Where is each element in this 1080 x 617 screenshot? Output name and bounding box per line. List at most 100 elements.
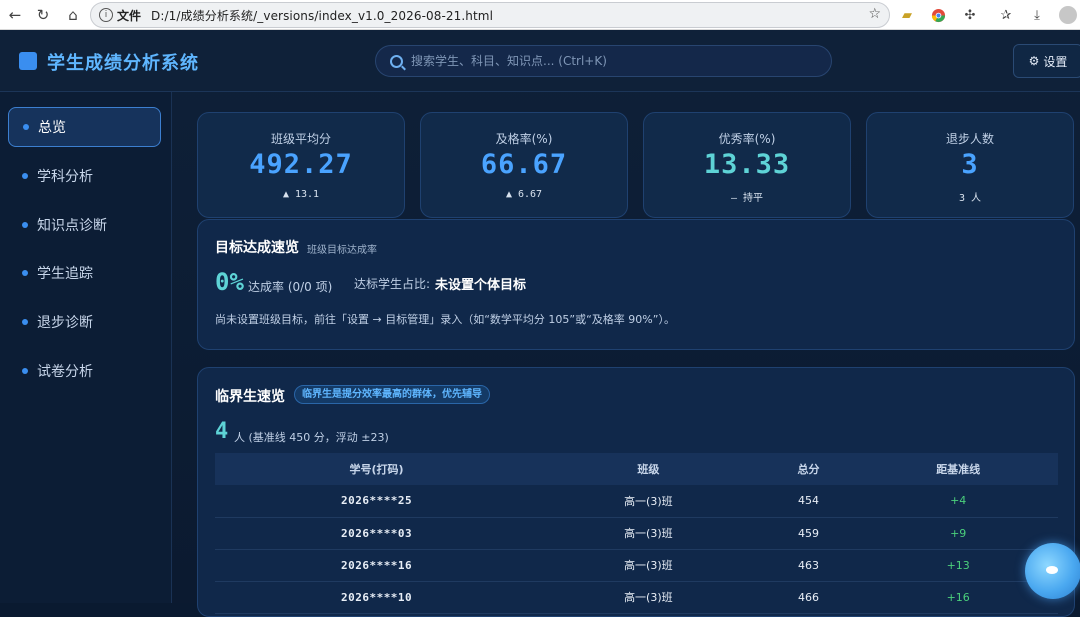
class-cell: 高一(3)班 <box>538 549 759 582</box>
borderline-count: 4 <box>215 419 229 444</box>
goal-rate-value: 0% <box>215 268 244 296</box>
stat-label: 班级平均分 <box>270 132 331 146</box>
stat-change: — 持平 <box>730 193 764 204</box>
stat-value: 492.27 <box>249 149 353 180</box>
sidebar-item-student-tracking[interactable]: 学生追踪 <box>8 253 161 293</box>
student-id-cell: 2026****10 <box>215 581 539 614</box>
chrome-extension-icon[interactable] <box>928 5 948 25</box>
distance-cell: +16 <box>858 581 1058 614</box>
stat-label: 及格率(%) <box>495 132 553 146</box>
borderline-table: 学号(打码) 班级 总分 距基准线 2026****25 高一(3)班 454 … <box>215 453 1058 614</box>
table-row[interactable]: 2026****03 高一(3)班 459 +9 <box>215 517 1058 550</box>
total-score-cell: 454 <box>758 485 859 518</box>
table-row[interactable]: 2026****25 高一(3)班 454 +4 <box>215 485 1058 518</box>
sidebar-item-label: 学科分析 <box>37 169 93 185</box>
app-root: 学生成绩分析系统 ⚙ 设置 总览 学科分析 知识点诊断 学生追踪 退 <box>0 30 1080 617</box>
gear-icon: ⚙ <box>1028 54 1040 68</box>
stat-card-pass-rate: 及格率(%) 66.67 ▲ 6.67 <box>420 112 628 218</box>
column-header[interactable]: 总分 <box>758 453 859 485</box>
settings-button[interactable]: ⚙ 设置 <box>1013 44 1080 78</box>
file-label: 文件 <box>117 8 142 23</box>
stat-label: 退步人数 <box>945 132 994 146</box>
profile-avatar-icon[interactable] <box>1058 5 1078 25</box>
sidebar-item-label: 退步诊断 <box>37 315 93 331</box>
url-text: D:/1/成绩分析系统/_versions/index_v1.0_2026-08… <box>151 8 494 23</box>
stat-value: 13.33 <box>703 149 791 180</box>
stat-change: ▲ 6.67 <box>505 189 543 200</box>
panel-hint: 班级目标达成率 <box>307 245 377 256</box>
sidebar-item-label: 知识点诊断 <box>37 218 107 234</box>
column-header[interactable]: 距基准线 <box>858 453 1058 485</box>
home-icon[interactable]: ⌂ <box>58 0 88 30</box>
table-row[interactable]: 2026****10 高一(3)班 466 +16 <box>215 581 1058 614</box>
search-input[interactable] <box>411 54 791 68</box>
bookmark-star-icon[interactable]: ☆ <box>868 6 881 22</box>
floating-assistant-button[interactable] <box>1025 543 1080 599</box>
download-icon[interactable]: ⤓ <box>1027 5 1047 25</box>
stat-value: 66.67 <box>480 149 568 180</box>
stat-card-regression-count: 退步人数 3 3 人 <box>866 112 1074 218</box>
distance-cell: +9 <box>858 517 1058 550</box>
app-header: 学生成绩分析系统 ⚙ 设置 <box>0 30 1080 92</box>
goal-rate-text: 达成率 (0/0 项) <box>248 280 333 294</box>
stat-change: 3 人 <box>958 193 982 204</box>
sidebar: 总览 学科分析 知识点诊断 学生追踪 退步诊断 试卷分析 <box>0 92 172 603</box>
student-id-cell: 2026****25 <box>215 485 539 518</box>
sidebar-item-regression-diagnosis[interactable]: 退步诊断 <box>8 302 161 342</box>
browser-toolbar: ← ↻ ⌂ i 文件 D:/1/成绩分析系统/_versions/index_v… <box>0 0 1080 30</box>
favorites-icon[interactable]: ✰ <box>996 5 1016 25</box>
settings-label: 设置 <box>1043 54 1068 69</box>
borderline-students-panel: 临界生速览 临界生是提分效率最高的群体，优先辅导 4 人 (基准线 450 分，… <box>197 367 1075 617</box>
back-icon[interactable]: ← <box>0 0 30 30</box>
borderline-count-text: 人 (基准线 450 分，浮动 ±23) <box>234 431 389 444</box>
sidebar-item-overview[interactable]: 总览 <box>8 107 161 147</box>
total-score-cell: 466 <box>758 581 859 614</box>
bullet-icon <box>23 124 29 130</box>
class-cell: 高一(3)班 <box>538 517 759 550</box>
puzzle-extensions-icon[interactable]: ✣ <box>960 5 980 25</box>
bullet-icon <box>22 222 28 228</box>
address-bar[interactable]: i 文件 D:/1/成绩分析系统/_versions/index_v1.0_20… <box>90 2 890 28</box>
bullet-icon <box>22 368 28 374</box>
sidebar-item-knowledge-diagnosis[interactable]: 知识点诊断 <box>8 205 161 245</box>
student-id-cell: 2026****16 <box>215 549 539 582</box>
sidebar-item-label: 总览 <box>38 120 66 136</box>
class-cell: 高一(3)班 <box>538 485 759 518</box>
stat-change: ▲ 13.1 <box>282 189 320 200</box>
column-header[interactable]: 班级 <box>538 453 759 485</box>
column-header[interactable]: 学号(打码) <box>215 453 539 485</box>
panel-title: 临界生速览 <box>215 389 285 405</box>
info-icon[interactable]: i <box>99 8 113 22</box>
goal-share-label: 达标学生占比: <box>354 277 431 291</box>
goal-description: 尚未设置班级目标，前往「设置 → 目标管理」录入（如“数学平均分 105”或“及… <box>215 313 675 326</box>
stat-label: 优秀率(%) <box>718 132 776 146</box>
assistant-eye-icon <box>1046 566 1058 574</box>
stat-card-average: 班级平均分 492.27 ▲ 13.1 <box>197 112 405 218</box>
total-score-cell: 459 <box>758 517 859 550</box>
table-row[interactable]: 2026****16 高一(3)班 463 +13 <box>215 549 1058 582</box>
sidebar-item-label: 学生追踪 <box>37 266 93 282</box>
search-icon <box>390 54 403 68</box>
goal-overview-panel: 目标达成速览 班级目标达成率 0% 达成率 (0/0 项) 达标学生占比: 未设… <box>197 219 1075 350</box>
app-logo-icon <box>19 52 37 70</box>
info-badge: 临界生是提分效率最高的群体，优先辅导 <box>294 385 490 404</box>
goal-share-value: 未设置个体目标 <box>435 278 527 293</box>
class-cell: 高一(3)班 <box>538 581 759 614</box>
sidebar-item-exam-analysis[interactable]: 试卷分析 <box>8 351 161 391</box>
bullet-icon <box>22 270 28 276</box>
reload-icon[interactable]: ↻ <box>28 0 58 30</box>
bullet-icon <box>22 319 28 325</box>
folder-extension-icon[interactable]: ▰ <box>897 5 917 25</box>
stat-card-excellence-rate: 优秀率(%) 13.33 — 持平 <box>643 112 851 218</box>
app-title: 学生成绩分析系统 <box>47 53 199 74</box>
distance-cell: +4 <box>858 485 1058 518</box>
panel-title: 目标达成速览 <box>215 240 299 256</box>
bullet-icon <box>22 173 28 179</box>
sidebar-item-subject-analysis[interactable]: 学科分析 <box>8 156 161 196</box>
table-header-row: 学号(打码) 班级 总分 距基准线 <box>215 453 1058 485</box>
student-id-cell: 2026****03 <box>215 517 539 550</box>
search-box[interactable] <box>375 45 832 77</box>
stat-value: 3 <box>961 149 979 180</box>
total-score-cell: 463 <box>758 549 859 582</box>
sidebar-item-label: 试卷分析 <box>37 364 93 380</box>
